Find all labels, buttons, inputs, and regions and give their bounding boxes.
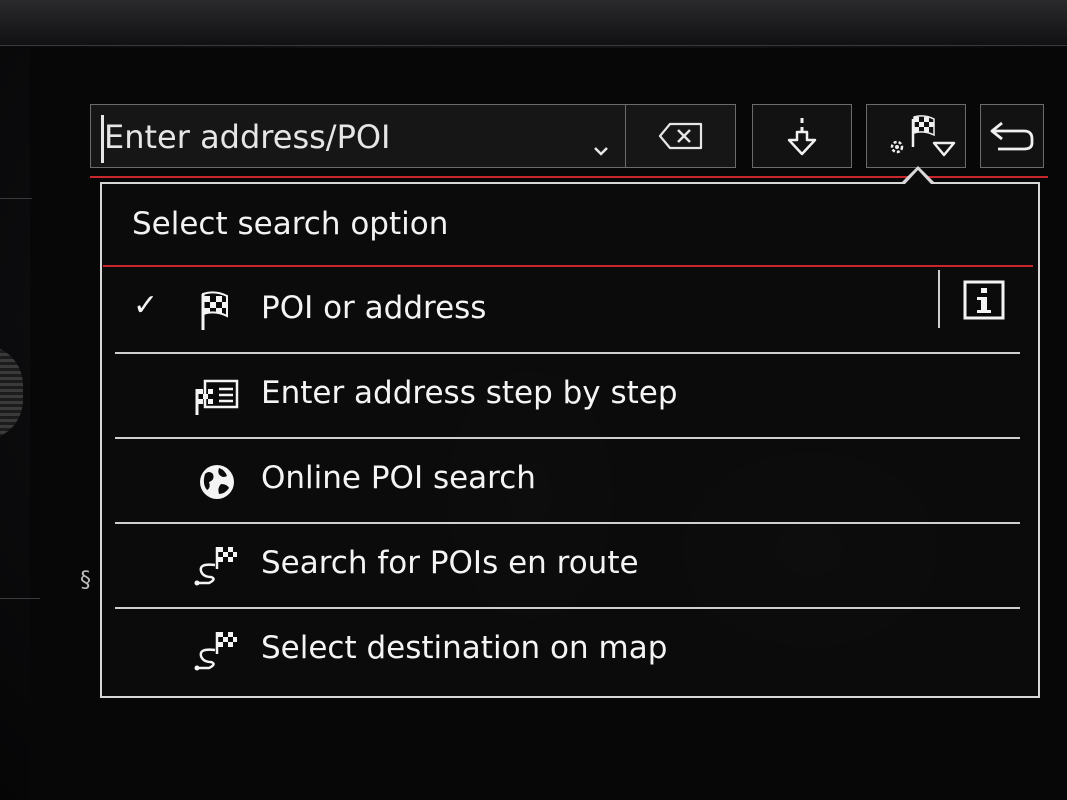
globe-icon <box>200 465 234 499</box>
option-label: Online POI search <box>261 460 536 496</box>
option-label: Select destination on map <box>261 630 668 666</box>
info-icon[interactable] <box>963 280 1005 320</box>
option-separator <box>115 607 1020 609</box>
chevron-down-icon[interactable] <box>592 145 610 157</box>
import-destination-button[interactable] <box>752 104 852 168</box>
back-button[interactable] <box>980 104 1044 168</box>
option-label: Enter address step by step <box>261 375 678 411</box>
backspace-icon <box>658 122 703 150</box>
option-poi-or-address[interactable]: ✓ POI or address <box>115 270 1020 354</box>
side-divider <box>0 598 40 599</box>
option-search-pois-en-route[interactable]: Search for POIs en route <box>115 525 1020 609</box>
screen-bezel <box>0 0 1067 46</box>
address-card-flag-icon <box>195 379 239 415</box>
search-options-button[interactable] <box>866 104 966 168</box>
checkmark-icon: ✓ <box>133 288 159 323</box>
search-input[interactable] <box>104 110 584 164</box>
popup-title: Select search option <box>132 206 449 242</box>
popup-pointer-inner <box>905 170 931 184</box>
clear-button[interactable] <box>626 104 736 168</box>
side-divider <box>0 198 32 199</box>
download-arrow-icon <box>787 118 817 156</box>
checkered-flag-icon <box>201 291 228 330</box>
settings-flag-dropdown-icon <box>890 115 956 157</box>
info-divider <box>938 270 940 328</box>
side-section-glyph: § <box>80 568 91 593</box>
option-label: Search for POIs en route <box>261 545 639 581</box>
option-separator <box>115 352 1020 354</box>
option-separator <box>115 522 1020 524</box>
option-separator <box>115 437 1020 439</box>
volume-knob <box>0 345 23 440</box>
option-online-poi-search[interactable]: Online POI search <box>115 440 1020 524</box>
option-enter-address-step-by-step[interactable]: Enter address step by step <box>115 355 1020 439</box>
option-select-destination-on-map[interactable]: Select destination on map <box>115 610 1020 694</box>
route-flag-icon <box>194 632 237 671</box>
popup-title-accent-line <box>103 265 1033 267</box>
return-arrow-icon <box>990 121 1034 151</box>
option-label: POI or address <box>261 290 487 326</box>
route-flag-icon <box>194 547 237 586</box>
